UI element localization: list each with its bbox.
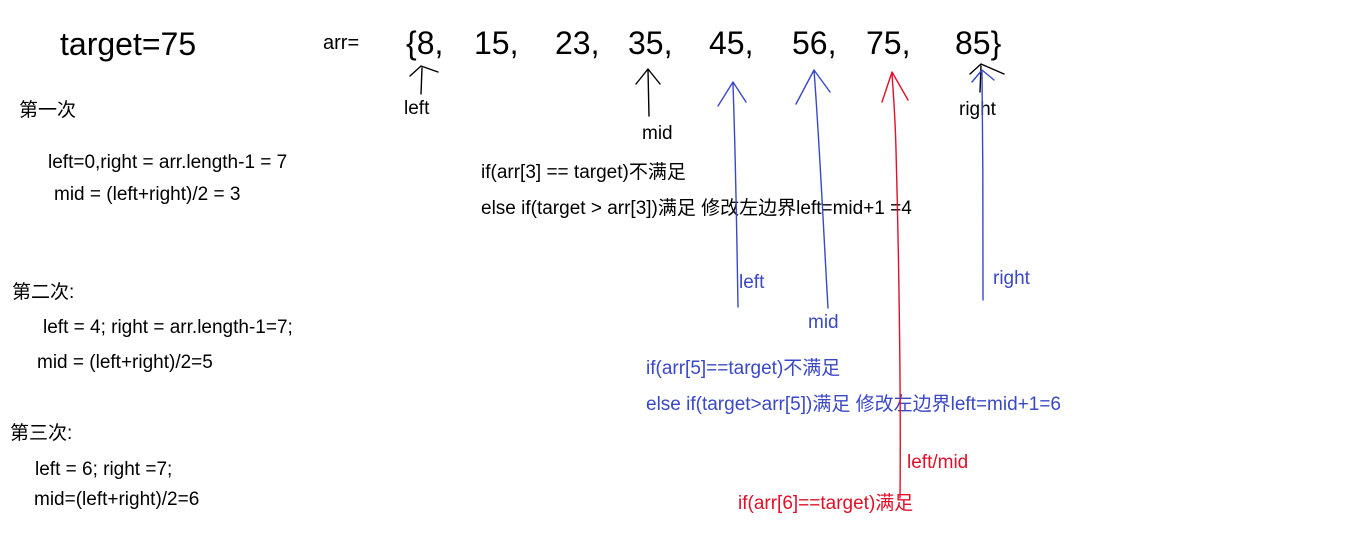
- round3-arrows: [881, 71, 909, 499]
- round2-right-pointer-arrow: [971, 69, 995, 301]
- left-pointer-arrow: [409, 65, 439, 95]
- round2-left-pointer-arrow: [717, 81, 747, 308]
- round3-leftmid-pointer-arrow: [881, 71, 909, 499]
- pointer-arrows: [409, 63, 1005, 499]
- mid-pointer-arrow: [635, 68, 661, 117]
- round1-arrows: [409, 63, 1005, 117]
- round2-mid-pointer-arrow: [795, 69, 831, 309]
- round2-arrows: [717, 69, 995, 309]
